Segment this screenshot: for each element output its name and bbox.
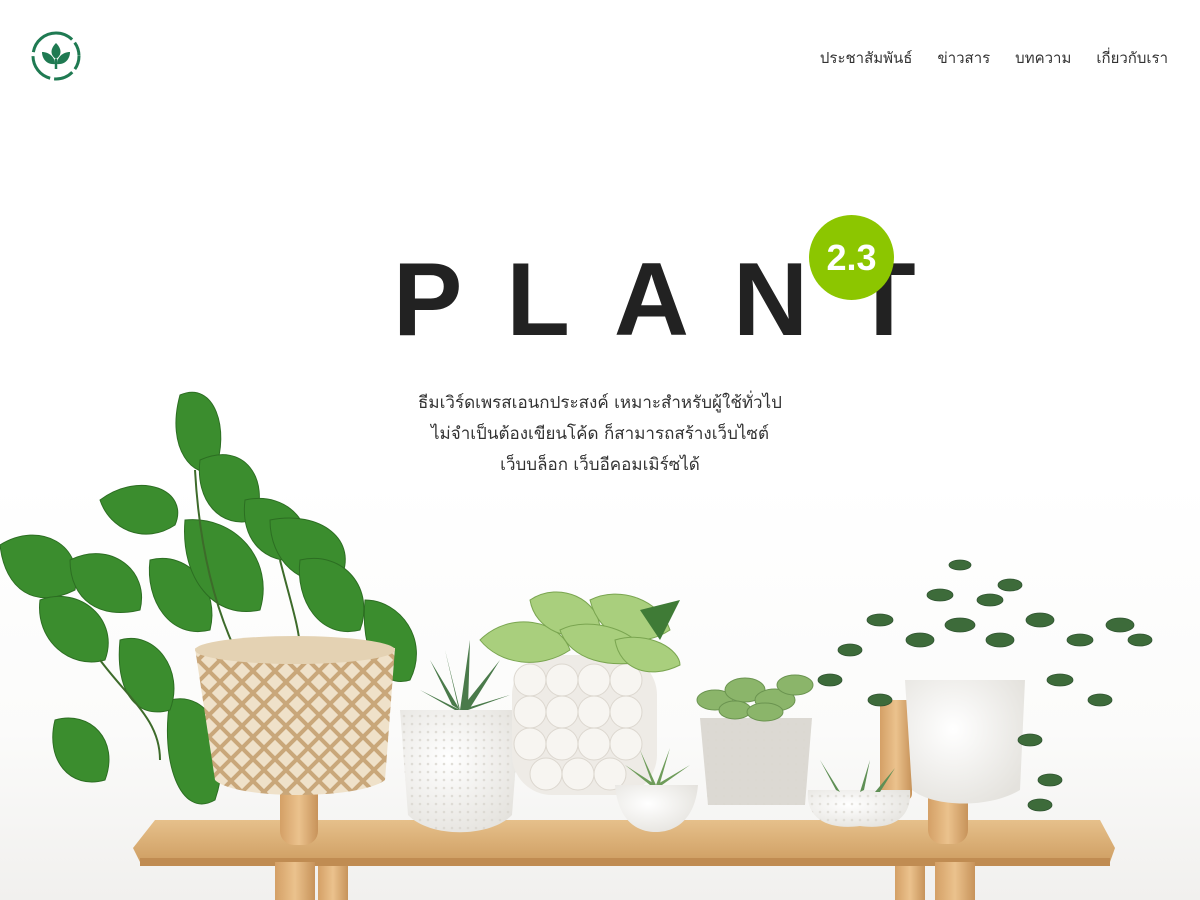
version-badge-label: 2.3 xyxy=(826,236,877,278)
leaf-logo-icon[interactable] xyxy=(31,31,81,81)
nav-item-news[interactable]: ข่าวสาร xyxy=(937,46,990,70)
hero-tagline: ธีมเวิร์ดเพรสเอนกประสงค์ เหมาะสำหรับผู้ใ… xyxy=(300,388,900,481)
nav-item-about[interactable]: เกี่ยวกับเรา xyxy=(1096,46,1168,70)
version-badge: 2.3 xyxy=(809,215,894,300)
site-header: ประชาสัมพันธ์ ข่าวสาร บทความ เกี่ยวกับเร… xyxy=(0,0,1200,112)
main-nav: ประชาสัมพันธ์ ข่าวสาร บทความ เกี่ยวกับเร… xyxy=(820,46,1168,70)
tagline-line-3: เว็บบล็อก เว็บอีคอมเมิร์ซได้ xyxy=(500,455,700,475)
tagline-line-2: ไม่จำเป็นต้องเขียนโค้ด ก็สามารถสร้างเว็บ… xyxy=(430,424,770,444)
nav-item-articles[interactable]: บทความ xyxy=(1015,46,1071,70)
tagline-line-1: ธีมเวิร์ดเพรสเอนกประสงค์ เหมาะสำหรับผู้ใ… xyxy=(418,393,782,413)
nav-item-announcements[interactable]: ประชาสัมพันธ์ xyxy=(820,46,913,70)
